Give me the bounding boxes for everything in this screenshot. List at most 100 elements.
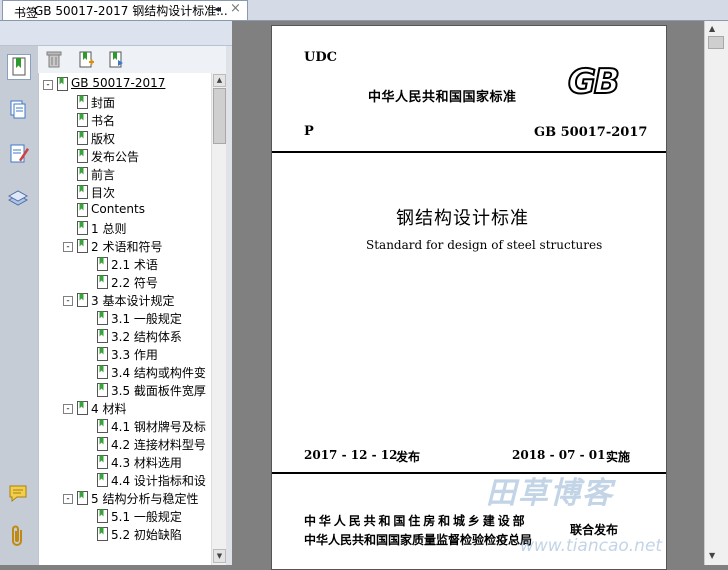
layers-icon[interactable]: [7, 186, 29, 210]
bookmark-label: 3.1 一般规定: [111, 312, 182, 326]
collapse-toggle-icon[interactable]: -: [63, 242, 73, 252]
new-bookmark-icon[interactable]: [78, 50, 94, 68]
bookmark-icon: [97, 365, 108, 379]
annotations-icon[interactable]: [7, 142, 29, 166]
bookmarks-panel-header: [0, 21, 232, 46]
gb-logo: GB: [567, 61, 621, 103]
bookmark-item[interactable]: 3.2 结构体系: [39, 327, 212, 345]
bookmark-label: 3 基本设计规定: [91, 294, 175, 308]
bookmark-icon: [77, 113, 88, 127]
bookmark-item[interactable]: 发布公告: [39, 147, 212, 165]
delete-icon[interactable]: [46, 50, 62, 68]
issuing-org-2: 中华人民共和国国家质量监督检验检疫总局: [304, 533, 533, 547]
bookmark-icon: [97, 347, 108, 361]
bookmark-label: 4 材料: [91, 402, 127, 416]
issue-label: 发布: [396, 450, 421, 464]
bookmark-tree: - GB 50017-2017 封面书名 版权发布公告前言目次 Contents 1 总则…: [38, 73, 212, 565]
bookmark-label: 5.2 初始缺陷: [111, 528, 182, 542]
bookmark-item[interactable]: 前言: [39, 165, 212, 183]
bookmark-icon: [97, 311, 108, 325]
bookmark-tree-scrollbar[interactable]: ▲ ▼: [211, 73, 227, 565]
expand-bookmark-icon[interactable]: [108, 50, 124, 68]
bookmark-icon: [77, 185, 88, 199]
bookmark-label: 4.4 设计指标和设: [111, 474, 206, 488]
standard-code: GB 50017-2017: [534, 125, 648, 140]
collapse-toggle-icon[interactable]: -: [43, 80, 53, 90]
bookmark-item[interactable]: - 5 结构分析与稳定性: [39, 489, 212, 507]
document-scrollbar[interactable]: ▲ ▼: [704, 21, 728, 565]
pages-icon[interactable]: [7, 98, 29, 122]
bookmark-icon: [97, 275, 108, 289]
bookmark-item[interactable]: 版权: [39, 129, 212, 147]
bookmark-item[interactable]: 4.3 材料选用: [39, 453, 212, 471]
bookmark-icon: [77, 149, 88, 163]
bookmark-item[interactable]: Contents: [39, 201, 212, 219]
scroll-down-icon[interactable]: ▼: [213, 549, 226, 563]
bookmark-item[interactable]: 目次: [39, 183, 212, 201]
bookmark-icon: [77, 401, 88, 415]
bookmark-item[interactable]: 5.1 一般规定: [39, 507, 212, 525]
attachment-icon[interactable]: [7, 524, 29, 548]
document-title-cn: 钢结构设计标准: [396, 208, 529, 229]
bookmark-label: 发布公告: [91, 150, 140, 164]
bookmark-item[interactable]: 2.2 符号: [39, 273, 212, 291]
bookmark-item[interactable]: 4.4 设计指标和设: [39, 471, 212, 489]
bookmark-item[interactable]: 3.5 截面板件宽厚: [39, 381, 212, 399]
bookmark-label: GB 50017-2017: [71, 76, 166, 90]
bookmark-label: 5.1 一般规定: [111, 510, 182, 524]
bookmark-icon: [97, 437, 108, 451]
bookmark-icon: [77, 293, 88, 307]
issue-date: 2017 - 12 - 12: [304, 448, 398, 462]
comment-icon[interactable]: [7, 482, 29, 506]
doc-scroll-up-icon[interactable]: ▲: [709, 24, 715, 33]
bookmark-item[interactable]: - 4 材料: [39, 399, 212, 417]
bookmark-label: 前言: [91, 168, 116, 182]
bookmark-item[interactable]: 3.1 一般规定: [39, 309, 212, 327]
bookmark-icon: [97, 527, 108, 541]
document-tab-title: GB 50017-2017 钢结构设计标准...: [34, 4, 228, 18]
p-label: P: [304, 124, 314, 139]
bookmark-label: 4.3 材料选用: [111, 456, 182, 470]
bookmark-item[interactable]: 4.2 连接材料型号: [39, 435, 212, 453]
collapse-toggle-icon[interactable]: -: [63, 404, 73, 414]
doc-scroll-down-icon[interactable]: ▼: [709, 551, 715, 560]
navigation-icon-bar: [0, 46, 39, 565]
collapse-panel-icon[interactable]: ◂◂: [214, 4, 221, 15]
bookmark-label: 4.1 钢材牌号及标: [111, 420, 206, 434]
bookmark-item[interactable]: 4.1 钢材牌号及标: [39, 417, 212, 435]
scroll-up-icon[interactable]: ▲: [213, 74, 226, 87]
bookmark-item[interactable]: 1 总则: [39, 219, 212, 237]
bookmark-item[interactable]: 3.4 结构或构件变: [39, 363, 212, 381]
close-tab-icon[interactable]: ×: [230, 1, 241, 16]
implementation-date: 2018 - 07 - 01: [512, 448, 606, 462]
bookmark-item[interactable]: - GB 50017-2017: [39, 75, 212, 93]
watermark-logo-text: 田草博客: [486, 476, 614, 511]
collapse-toggle-icon[interactable]: -: [63, 296, 73, 306]
doc-scroll-thumb[interactable]: [708, 36, 724, 49]
collapse-toggle-icon[interactable]: -: [63, 494, 73, 504]
bookmark-label: 目次: [91, 186, 116, 200]
bookmark-label: 2.1 术语: [111, 258, 158, 272]
bookmark-icon: [57, 77, 68, 91]
bookmark-icon: [77, 491, 88, 505]
bookmark-label: 5 结构分析与稳定性: [91, 492, 199, 506]
bookmark-label: 4.2 连接材料型号: [111, 438, 206, 452]
bookmark-item[interactable]: 封面: [39, 93, 212, 111]
bookmark-item[interactable]: - 2 术语和符号: [39, 237, 212, 255]
bookmark-label: 3.2 结构体系: [111, 330, 182, 344]
scroll-thumb[interactable]: [213, 88, 226, 144]
bookmark-label: 3.5 截面板件宽厚: [111, 384, 206, 398]
bookmarks-icon[interactable]: [7, 54, 31, 80]
bookmark-item[interactable]: 2.1 术语: [39, 255, 212, 273]
bookmark-label: Contents: [91, 202, 145, 216]
bookmark-item[interactable]: 3.3 作用: [39, 345, 212, 363]
bookmark-icon: [97, 509, 108, 523]
bookmark-item[interactable]: 书名: [39, 111, 212, 129]
bookmark-label: 书名: [91, 114, 116, 128]
bookmark-icon: [77, 239, 88, 253]
bookmark-icon: [97, 455, 108, 469]
bookmark-icon: [77, 95, 88, 109]
bookmark-item[interactable]: 5.2 初始缺陷: [39, 525, 212, 543]
bookmark-item[interactable]: - 3 基本设计规定: [39, 291, 212, 309]
issuing-org-1: 中华人民共和国住房和城乡建设部: [304, 514, 528, 528]
